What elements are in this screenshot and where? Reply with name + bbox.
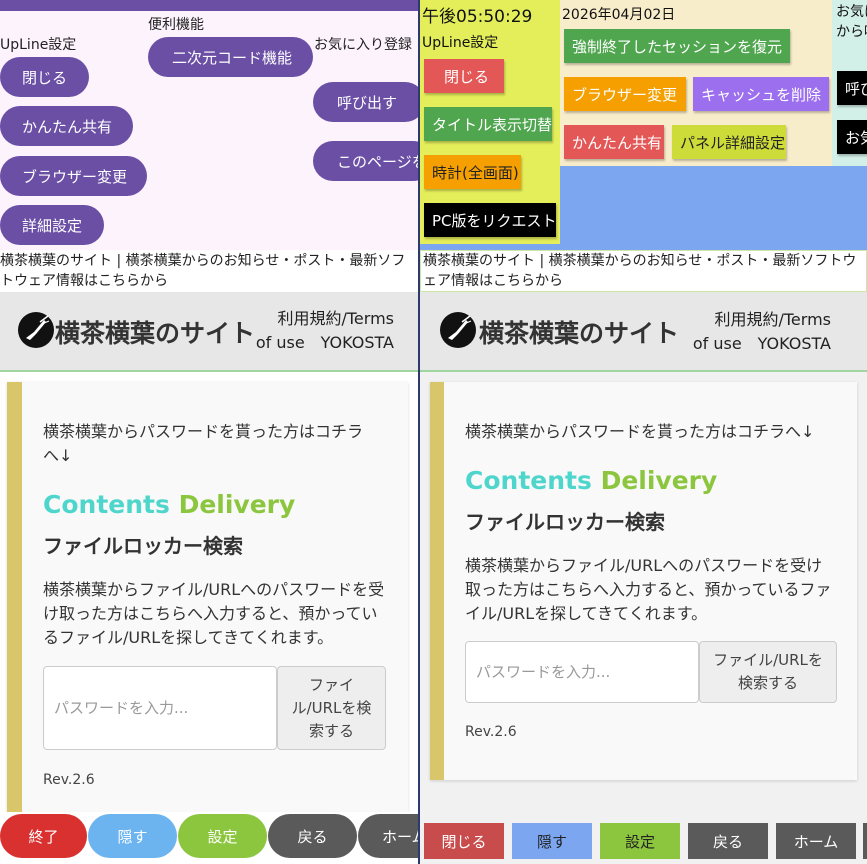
favorites-register-title: お気に入り登録: [314, 37, 412, 53]
clock-display[interactable]: 午後05:50:29: [422, 2, 532, 27]
right-file-url-search-button[interactable]: ファイル/URLを検索する: [699, 641, 837, 703]
detail-settings-button[interactable]: 詳細設定: [0, 205, 104, 245]
settings-button[interactable]: 設定: [178, 814, 267, 858]
add-this-page-button[interactable]: このページを: [313, 141, 418, 181]
right-bottom-toolbar: 閉じる 隠す 設定 戻る ホーム: [420, 812, 867, 864]
right-favorite-button[interactable]: お気: [837, 120, 867, 154]
restore-session-button[interactable]: 強制終了したセッションを復元: [564, 29, 790, 63]
right-bottom-hide-button[interactable]: 隠す: [512, 823, 592, 859]
password-input[interactable]: [43, 666, 277, 750]
left-upline-menu: UpLine設定 便利機能 お気に入り登録 閉じる かんたん共有 ブラウザー変更…: [0, 0, 418, 250]
card-accent-bar: [7, 382, 22, 812]
right-file-locker-title: ファイルロッカー検索: [465, 510, 665, 534]
right-favorites-title: お気に から呼: [836, 2, 867, 42]
browser-change-button[interactable]: ブラウザー変更: [0, 156, 147, 196]
right-bottom-back-button[interactable]: 戻る: [688, 823, 768, 859]
split-screen: UpLine設定 便利機能 お気に入り登録 閉じる かんたん共有 ブラウザー変更…: [0, 0, 867, 864]
date-display: 2026年04月02日: [562, 7, 676, 23]
right-easy-share-button[interactable]: かんたん共有: [564, 125, 664, 159]
left-pane: UpLine設定 便利機能 お気に入り登録 閉じる かんたん共有 ブラウザー変更…: [0, 0, 418, 864]
right-card-accent-bar: [430, 382, 444, 780]
call-favorite-button[interactable]: 呼び出す: [313, 82, 418, 122]
pc-version-request-button[interactable]: PC版をリクエスト: [424, 203, 556, 237]
site-logo-icon: [18, 312, 54, 348]
right-terms-line-1: 利用規約/Terms: [714, 310, 831, 329]
exit-button[interactable]: 終了: [0, 814, 87, 858]
right-pane: 午後05:50:29 2026年04月02日 UpLine設定 お気に から呼 …: [420, 0, 867, 864]
left-menu-top-bar: [0, 0, 418, 11]
home-button[interactable]: ホーム: [358, 814, 418, 858]
convenient-features-title: 便利機能: [148, 17, 204, 33]
right-site-logo-icon: [440, 312, 476, 348]
close-button[interactable]: 閉じる: [0, 57, 89, 97]
right-file-locker-card: 横茶横葉からパスワードを貰った方はコチラへ↓ Contents Delivery…: [430, 382, 857, 780]
right-bottom-overflow-button[interactable]: [863, 823, 867, 859]
panel-detail-settings-button[interactable]: パネル詳細設定: [672, 125, 786, 159]
terms-of-use-link[interactable]: 利用規約/Terms of use YOKOSTA: [256, 307, 394, 355]
right-site-title[interactable]: 横茶横葉のサイト: [479, 314, 679, 350]
easy-share-button[interactable]: かんたん共有: [0, 106, 133, 146]
site-title[interactable]: 横茶横葉のサイト: [55, 314, 255, 350]
right-contents-word: Contents: [465, 466, 592, 495]
file-locker-title: ファイルロッカー検索: [43, 534, 243, 558]
right-password-intro-text: 横茶横葉からパスワードを貰った方はコチラへ↓: [465, 422, 815, 441]
right-page-description: 横茶横葉のサイト | 横茶横葉からのお知らせ・ポスト・最新ソフトウェア情報はこち…: [420, 250, 867, 292]
revision-label: Rev.2.6: [43, 772, 95, 788]
qr-code-button[interactable]: 二次元コード機能: [148, 37, 313, 77]
clear-cache-button[interactable]: キャッシュを削除: [693, 77, 829, 111]
right-password-input[interactable]: [465, 641, 699, 703]
hide-button[interactable]: 隠す: [88, 814, 177, 858]
file-url-search-button[interactable]: ファイル/URLを検索する: [277, 666, 386, 750]
right-file-locker-description: 横茶横葉からファイル/URLへのパスワードを受け取った方はこちらへ入力すると、預…: [465, 556, 832, 623]
contents-delivery-title: Contents Delivery: [43, 490, 295, 519]
favorites-title-line-2: から呼: [836, 24, 867, 40]
title-toggle-button[interactable]: タイトル表示切替: [424, 107, 552, 141]
terms-line-2: of use YOKOSTA: [255, 333, 394, 352]
right-browser-change-button[interactable]: ブラウザー変更: [564, 77, 686, 111]
right-bottom-settings-button[interactable]: 設定: [600, 823, 680, 859]
favorites-title-line-1: お気に: [836, 4, 867, 20]
password-intro-text: 横茶横葉からパスワードを貰った方はコチラへ↓: [43, 422, 364, 465]
contents-word: Contents: [43, 490, 170, 519]
right-site-header: 横茶横葉のサイト 利用規約/Terms of use YOKOSTA: [420, 292, 867, 372]
right-bottom-home-button[interactable]: ホーム: [776, 823, 856, 859]
right-upline-settings-title: UpLine設定: [422, 35, 499, 51]
file-locker-description: 横茶横葉からファイル/URLへのパスワードを受け取った方はこちらへ入力すると、預…: [43, 580, 385, 647]
right-contents-delivery-title: Contents Delivery: [465, 466, 717, 495]
right-delivery-word: Delivery: [600, 466, 718, 495]
right-call-favorite-button[interactable]: 呼び: [837, 71, 867, 105]
right-bottom-close-button[interactable]: 閉じる: [424, 823, 504, 859]
right-close-button[interactable]: 閉じる: [424, 59, 504, 93]
right-revision-label: Rev.2.6: [465, 724, 517, 740]
right-terms-of-use-link[interactable]: 利用規約/Terms of use YOKOSTA: [693, 308, 831, 356]
file-locker-card: 横茶横葉からパスワードを貰った方はコチラへ↓ Contents Delivery…: [7, 382, 408, 812]
site-header: 横茶横葉のサイト 利用規約/Terms of use YOKOSTA: [0, 292, 418, 372]
delivery-word: Delivery: [178, 490, 296, 519]
right-upline-menu: 午後05:50:29 2026年04月02日 UpLine設定 お気に から呼 …: [420, 0, 867, 250]
upline-settings-title: UpLine設定: [0, 37, 77, 53]
terms-line-1: 利用規約/Terms: [277, 309, 394, 328]
back-button[interactable]: 戻る: [268, 814, 357, 858]
right-terms-line-2: of use YOKOSTA: [692, 334, 831, 353]
page-description: 横茶横葉のサイト | 横茶横葉からのお知らせ・ポスト・最新ソフトウェア情報はこち…: [0, 250, 418, 292]
left-bottom-toolbar: 終了 隠す 設定 戻る ホーム: [0, 812, 418, 864]
clock-fullscreen-button[interactable]: 時計(全画面): [424, 155, 521, 189]
